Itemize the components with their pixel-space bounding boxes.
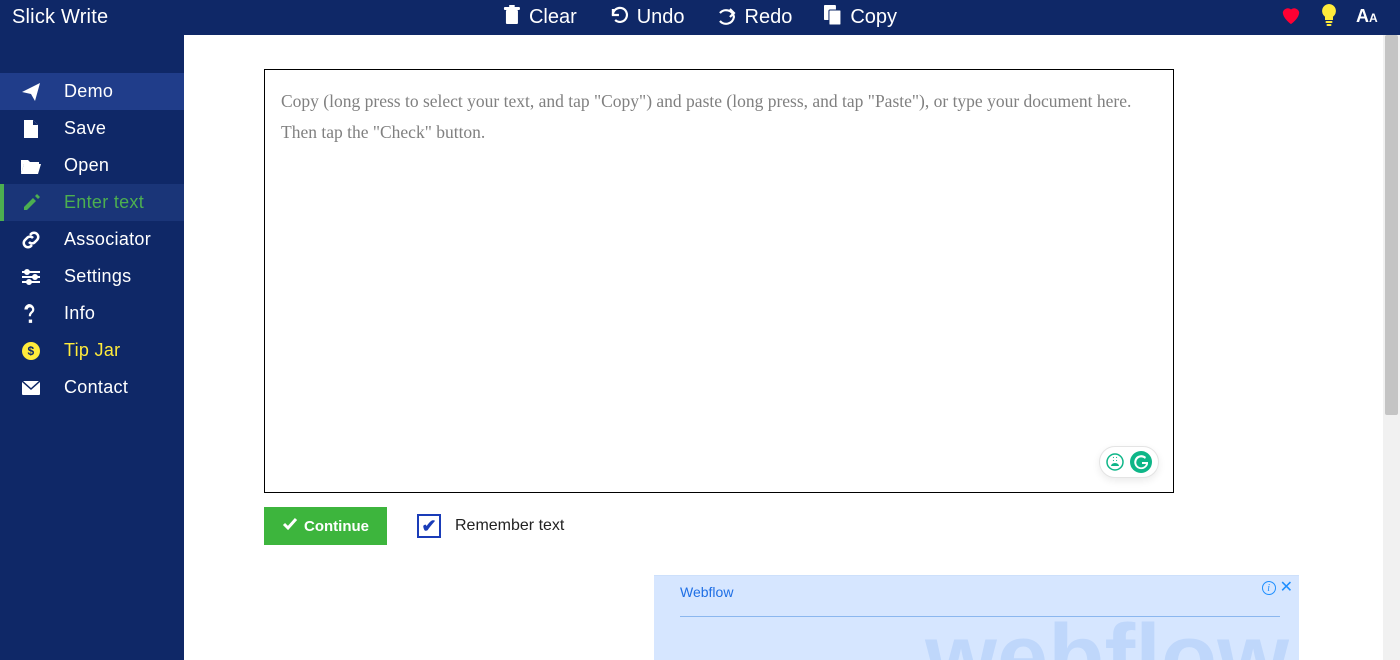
grammarly-g-icon bbox=[1130, 451, 1152, 473]
brand-title: Slick Write bbox=[0, 6, 108, 29]
heart-icon[interactable] bbox=[1280, 5, 1302, 31]
text-size-icon[interactable]: AA bbox=[1356, 5, 1382, 31]
svg-text:A: A bbox=[1356, 6, 1369, 25]
grammarly-add-icon bbox=[1106, 453, 1124, 471]
scrollbar-thumb[interactable] bbox=[1385, 35, 1398, 415]
paper-plane-icon bbox=[20, 83, 42, 101]
sidebar-item-label: Settings bbox=[64, 266, 184, 287]
sidebar-item-demo[interactable]: Demo bbox=[0, 73, 184, 110]
sliders-icon bbox=[20, 269, 42, 285]
sidebar-item-open[interactable]: Open bbox=[0, 147, 184, 184]
ad-info-icon[interactable]: i bbox=[1262, 581, 1276, 595]
main-content: Copy (long press to select your text, an… bbox=[184, 35, 1400, 660]
lightbulb-icon[interactable] bbox=[1320, 4, 1338, 32]
editor-area: Copy (long press to select your text, an… bbox=[264, 69, 1174, 545]
clear-button[interactable]: Clear bbox=[503, 5, 577, 31]
undo-button[interactable]: Undo bbox=[609, 5, 685, 31]
undo-label: Undo bbox=[637, 6, 685, 29]
top-bar: Slick Write Clear Undo Redo Copy bbox=[0, 0, 1400, 35]
undo-icon bbox=[609, 5, 629, 31]
below-editor-row: Continue ✔ Remember text bbox=[264, 507, 1174, 545]
sidebar-item-label: Contact bbox=[64, 377, 184, 398]
trash-icon bbox=[503, 5, 521, 31]
sidebar-item-label: Info bbox=[64, 303, 184, 324]
question-icon bbox=[20, 304, 42, 324]
pencil-icon bbox=[20, 194, 42, 212]
folder-open-icon bbox=[20, 158, 42, 174]
sidebar-item-label: Demo bbox=[64, 81, 184, 102]
sidebar: Demo Save Open Enter text Associator Set… bbox=[0, 35, 184, 660]
top-actions: Clear Undo Redo Copy bbox=[503, 5, 897, 31]
remember-checkbox[interactable]: ✔ bbox=[417, 514, 441, 538]
sidebar-item-label: Enter text bbox=[64, 192, 184, 213]
top-right-icons: AA bbox=[1280, 0, 1382, 35]
sidebar-item-save[interactable]: Save bbox=[0, 110, 184, 147]
link-icon bbox=[20, 231, 42, 249]
svg-text:$: $ bbox=[28, 344, 35, 358]
continue-button[interactable]: Continue bbox=[264, 507, 387, 545]
redo-label: Redo bbox=[745, 6, 793, 29]
svg-text:A: A bbox=[1369, 11, 1378, 25]
ad-watermark: webflow bbox=[674, 616, 1289, 660]
ad-close-icon[interactable]: ✕ bbox=[1280, 580, 1293, 596]
continue-label: Continue bbox=[304, 518, 369, 535]
envelope-icon bbox=[20, 381, 42, 395]
ad-controls: i ✕ bbox=[1262, 580, 1293, 596]
clear-label: Clear bbox=[529, 6, 577, 29]
sidebar-item-contact[interactable]: Contact bbox=[0, 369, 184, 406]
body: Demo Save Open Enter text Associator Set… bbox=[0, 35, 1400, 660]
sidebar-item-label: Open bbox=[64, 155, 184, 176]
sidebar-item-associator[interactable]: Associator bbox=[0, 221, 184, 258]
svg-text:webflow: webflow bbox=[924, 616, 1289, 660]
checkmark-icon: ✔ bbox=[421, 517, 436, 535]
sidebar-item-enter-text[interactable]: Enter text bbox=[0, 184, 184, 221]
ad-banner[interactable]: i ✕ Webflow webflow bbox=[654, 575, 1299, 660]
remember-label: Remember text bbox=[455, 517, 564, 535]
sidebar-item-label: Tip Jar bbox=[64, 340, 184, 361]
redo-button[interactable]: Redo bbox=[717, 5, 793, 31]
sidebar-item-label: Associator bbox=[64, 229, 184, 250]
scrollbar[interactable] bbox=[1383, 35, 1400, 660]
remember-text-option: ✔ Remember text bbox=[417, 514, 564, 538]
copy-button[interactable]: Copy bbox=[824, 5, 897, 31]
redo-icon bbox=[717, 5, 737, 31]
editor-placeholder: Copy (long press to select your text, an… bbox=[281, 86, 1157, 147]
dollar-icon: $ bbox=[20, 342, 42, 360]
file-icon bbox=[20, 120, 42, 138]
sidebar-item-info[interactable]: Info bbox=[0, 295, 184, 332]
grammarly-widget[interactable] bbox=[1099, 446, 1159, 478]
check-icon bbox=[282, 517, 298, 535]
copy-icon bbox=[824, 5, 842, 31]
copy-label: Copy bbox=[850, 6, 897, 29]
text-editor[interactable]: Copy (long press to select your text, an… bbox=[264, 69, 1174, 493]
sidebar-item-label: Save bbox=[64, 118, 184, 139]
ad-brand-link[interactable]: Webflow bbox=[680, 582, 1287, 606]
sidebar-item-settings[interactable]: Settings bbox=[0, 258, 184, 295]
sidebar-item-tipjar[interactable]: $ Tip Jar bbox=[0, 332, 184, 369]
